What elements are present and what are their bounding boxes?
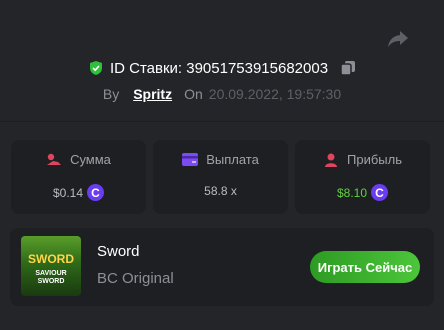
- payout-card: Выплата 58.8 x: [153, 140, 288, 214]
- share-icon[interactable]: [386, 26, 410, 50]
- thumbnail-title: SWORD: [28, 252, 74, 266]
- wallet-icon: [182, 153, 199, 166]
- author-row: By Spritz On 20.09.2022, 19:57:30: [0, 84, 444, 104]
- amount-label: Сумма: [70, 152, 111, 167]
- divider: [0, 121, 444, 122]
- shield-check-icon: [89, 61, 102, 75]
- username-link[interactable]: Spritz: [133, 86, 172, 102]
- payout-value: 58.8 x: [204, 184, 237, 198]
- on-label: On: [184, 86, 203, 102]
- game-card: SWORD SAVIOUR SWORD Sword BC Original Иг…: [10, 228, 434, 306]
- by-label: By: [102, 86, 120, 102]
- currency-coin-icon: C: [371, 184, 389, 201]
- profit-user-icon: [325, 153, 337, 167]
- profit-card: Прибыль $8.10 C: [295, 140, 430, 214]
- currency-coin-icon: C: [87, 184, 105, 201]
- amount-value: $0.14: [52, 185, 84, 200]
- coins-hand-icon: [47, 153, 62, 165]
- game-name: Sword: [97, 243, 140, 260]
- bet-id: ID Ставки: 39051753915682003: [109, 59, 329, 77]
- payout-label: Выплата: [206, 152, 259, 167]
- bet-datetime: 20.09.2022, 19:57:30: [208, 86, 342, 102]
- game-provider: BC Original: [97, 270, 174, 287]
- play-now-button[interactable]: Играть Сейчас: [310, 251, 420, 283]
- profit-label: Прибыль: [347, 152, 402, 167]
- profit-value: $8.10: [336, 185, 368, 200]
- bet-id-row: ID Ставки: 39051753915682003: [0, 57, 444, 79]
- amount-card: Сумма $0.14 C: [11, 140, 146, 214]
- game-thumbnail[interactable]: SWORD SAVIOUR SWORD: [21, 236, 81, 296]
- copy-icon[interactable]: [340, 60, 356, 76]
- thumbnail-subtitle: SAVIOUR SWORD: [35, 270, 67, 285]
